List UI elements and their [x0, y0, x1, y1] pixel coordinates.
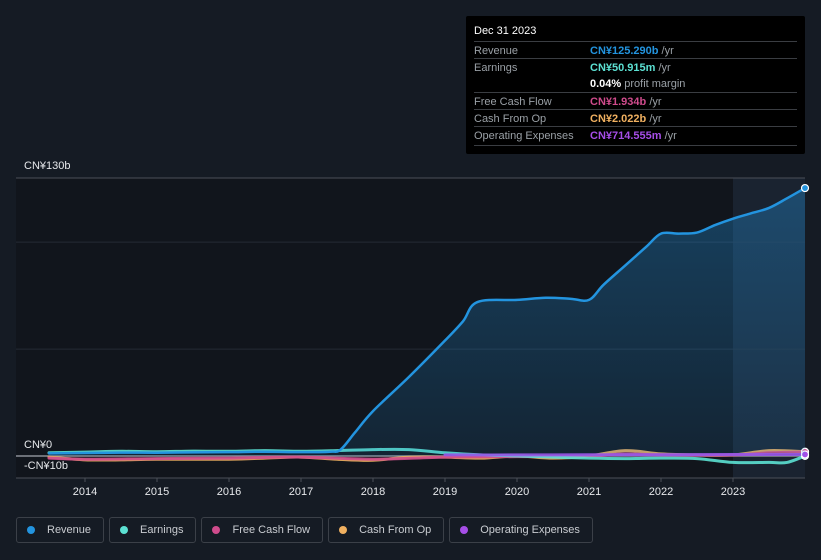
tooltip-value: CN¥2.022b /yr — [590, 113, 662, 125]
tooltip-row-operating-expenses: Operating Expenses CN¥714.555m /yr — [474, 126, 797, 144]
legend-item-revenue[interactable]: Revenue — [16, 517, 105, 543]
y-axis-bottom-label: -CN¥10b — [24, 460, 69, 472]
tooltip-label: Operating Expenses — [474, 130, 574, 142]
tooltip-label: Revenue — [474, 45, 519, 57]
tooltip-row-earnings: Earnings CN¥50.915m /yr — [474, 58, 797, 76]
y-axis-top-label: CN¥130b — [24, 160, 71, 172]
x-axis: 2014 2015 2016 2017 2018 2019 2020 2021 2022 2023 — [73, 478, 745, 498]
tooltip-row-cash-from-op: Cash From Op CN¥2.022b /yr — [474, 109, 797, 127]
x-tick-label: 2014 — [73, 486, 97, 498]
legend-dot-icon — [212, 526, 221, 534]
tooltip-divider — [474, 145, 797, 146]
tooltip-row-free-cash-flow: Free Cash Flow CN¥1.934b /yr — [474, 92, 797, 110]
tooltip-value: CN¥125.290b /yr — [590, 45, 674, 57]
tooltip-label: Cash From Op — [474, 113, 547, 125]
tooltip-row-revenue: Revenue CN¥125.290b /yr — [474, 41, 797, 59]
tooltip-label: Free Cash Flow — [474, 96, 552, 108]
revenue-end-marker — [800, 183, 810, 193]
legend-item-operating-expenses[interactable]: Operating Expenses — [449, 517, 593, 543]
tooltip-value: CN¥50.915m /yr — [590, 62, 671, 74]
tooltip-value: CN¥714.555m /yr — [590, 130, 677, 142]
data-tooltip: Dec 31 2023 Revenue CN¥125.290b /yr Earn… — [466, 16, 805, 154]
tooltip-row-profit-margin: 0.04% profit margin — [474, 75, 797, 92]
tooltip-value: CN¥1.934b /yr — [590, 96, 662, 108]
legend-label: Revenue — [47, 524, 92, 536]
legend-dot-icon — [27, 526, 35, 534]
legend-label: Cash From Op — [359, 524, 432, 536]
legend-dot-icon — [120, 526, 129, 534]
legend-item-free-cash-flow[interactable]: Free Cash Flow — [201, 517, 324, 543]
legend-item-earnings[interactable]: Earnings — [109, 517, 197, 543]
legend-dot-icon — [339, 526, 348, 534]
y-axis-zero-label: CN¥0 — [24, 439, 53, 451]
legend-label: Operating Expenses — [480, 524, 580, 536]
x-tick-label: 2018 — [361, 486, 385, 498]
x-tick-label: 2021 — [577, 486, 601, 498]
legend-label: Free Cash Flow — [232, 524, 311, 536]
x-tick-label: 2023 — [721, 486, 745, 498]
chart-legend: Revenue Earnings Free Cash Flow Cash Fro… — [16, 517, 593, 543]
x-tick-label: 2016 — [217, 486, 241, 498]
x-tick-label: 2022 — [649, 486, 673, 498]
legend-item-cash-from-op[interactable]: Cash From Op — [328, 517, 445, 543]
x-tick-label: 2020 — [505, 486, 529, 498]
x-tick-label: 2015 — [145, 486, 169, 498]
x-tick-label: 2019 — [433, 486, 457, 498]
x-tick-label: 2017 — [289, 486, 313, 498]
legend-dot-icon — [460, 526, 469, 534]
tooltip-value: 0.04% profit margin — [590, 78, 686, 90]
tooltip-date: Dec 31 2023 — [474, 25, 537, 37]
legend-label: Earnings — [140, 524, 184, 536]
tooltip-label: Earnings — [474, 62, 518, 74]
